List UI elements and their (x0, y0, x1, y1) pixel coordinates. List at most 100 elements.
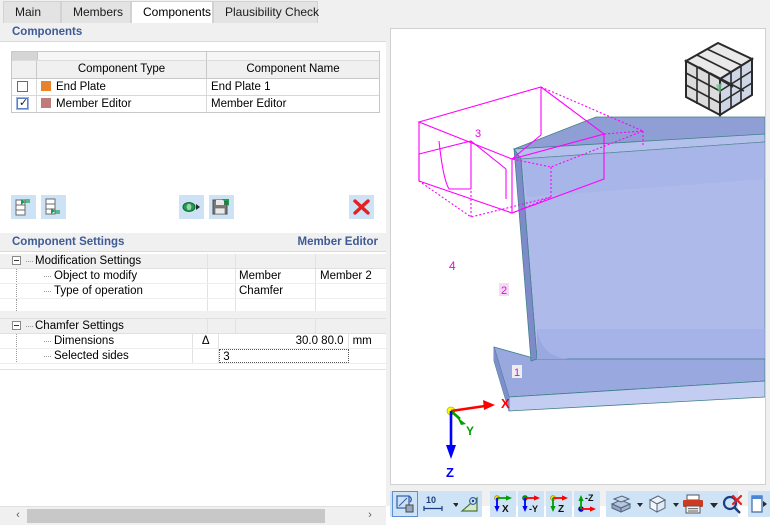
tab-main[interactable]: Main (3, 1, 61, 23)
row-tree-cell: Type of operation (0, 284, 208, 298)
delete-component-button[interactable] (349, 195, 374, 219)
row-checkbox[interactable] (17, 81, 28, 92)
filter-cell-type[interactable] (38, 52, 207, 60)
scroll-left-arrow-icon[interactable]: ‹ (10, 507, 26, 524)
solid-view-icon (610, 495, 632, 513)
row-checkbox[interactable]: ✓ (17, 97, 28, 109)
row-value-cell[interactable]: Chamfer (236, 284, 316, 298)
table-filter-strip (12, 52, 379, 61)
column-header-component-type[interactable]: Component Type (37, 61, 207, 78)
dimensions-value[interactable]: 30.0 80.0 (219, 334, 349, 348)
tree-connector (44, 356, 51, 357)
column-header-check[interactable] (12, 61, 37, 78)
tab-plausibility-check[interactable]: Plausibility Check (213, 1, 319, 23)
insert-row-above-icon (15, 199, 30, 216)
dimensions-unit[interactable]: mm (349, 334, 386, 348)
insert-row-below-button[interactable] (41, 195, 66, 219)
group-tree-cell: Chamfer Settings (0, 319, 208, 333)
tree-vline (16, 269, 17, 283)
selected-sides-input[interactable]: 3 (219, 349, 349, 363)
row-checkbox-cell[interactable]: ✓ (12, 96, 37, 112)
panel-toggle-button[interactable] (748, 491, 770, 517)
column-header-component-name[interactable]: Component Name (207, 61, 379, 78)
tree-connector (44, 276, 51, 277)
filter-cell-name[interactable] (207, 52, 379, 60)
application-window: Main Members Components Plausibility Che… (0, 0, 770, 525)
settings-row-type-of-operation[interactable]: Type of operation Chamfer (0, 284, 386, 299)
insert-row-below-icon (45, 198, 60, 215)
row-component-type-cell[interactable]: Member Editor (37, 96, 207, 112)
row-component-type-label: End Plate (56, 81, 106, 93)
view-negz-button[interactable]: -Z (574, 491, 600, 517)
collapse-expander-icon[interactable] (12, 256, 21, 265)
axis-y-label: Y (466, 424, 474, 438)
settings-blank-row (0, 299, 386, 311)
measure-button[interactable] (458, 491, 482, 517)
row-value-cell[interactable]: Member (236, 269, 316, 283)
view-negy-button[interactable]: -Y (518, 491, 544, 517)
table-row[interactable]: End Plate End Plate 1 (12, 79, 379, 96)
scroll-right-arrow-icon[interactable]: › (362, 507, 378, 524)
group-symbol-cell (208, 254, 236, 268)
wireframe-view-button[interactable] (644, 491, 670, 517)
render-mode-button[interactable] (392, 491, 418, 517)
filter-cell-check[interactable] (12, 52, 38, 60)
solid-dropdown-arrow[interactable] (634, 491, 644, 517)
components-section-header: Components (0, 23, 386, 42)
row-component-type-cell[interactable]: End Plate (37, 79, 207, 95)
blank-value-cell (236, 299, 316, 311)
row-value2-cell[interactable] (316, 284, 386, 298)
print-button[interactable] (680, 491, 706, 517)
import-icon (182, 202, 200, 212)
scale-button[interactable]: 10 (420, 491, 450, 517)
import-component-button[interactable] (179, 195, 204, 219)
row-checkbox-cell[interactable] (12, 79, 37, 95)
collapse-expander-icon[interactable] (12, 321, 21, 330)
scrollbar-thumb[interactable] (27, 509, 325, 523)
selected-sides-unit (349, 349, 386, 363)
print-dropdown-arrow[interactable] (706, 491, 720, 517)
view-cube (683, 41, 755, 117)
settings-row-dimensions[interactable]: Dimensions Δ 30.0 80.0 mm (0, 334, 386, 349)
axis-indicator: X Y Z (446, 396, 510, 480)
component-settings-header: Component Settings Member Editor (0, 233, 386, 252)
solid-view-button[interactable] (608, 491, 634, 517)
view-z-button[interactable]: Z (546, 491, 572, 517)
settings-group-label: Chamfer Settings (35, 320, 124, 332)
row-component-name-cell[interactable]: End Plate 1 (207, 79, 379, 95)
row-tree-cell: Dimensions (0, 334, 194, 348)
group-value-cell (236, 254, 316, 268)
save-component-button[interactable] (209, 195, 234, 219)
printer-icon (683, 494, 703, 514)
row-component-name-cell[interactable]: Member Editor (207, 96, 379, 112)
tree-vline (16, 299, 17, 311)
clear-selection-button[interactable] (720, 491, 744, 517)
settings-row-selected-sides[interactable]: Selected sides 3 (0, 349, 386, 364)
horizontal-scrollbar[interactable]: ‹ › (0, 506, 386, 525)
row-tree-cell: Selected sides (0, 349, 194, 363)
measure-icon (460, 496, 478, 512)
beam-web-bottom-shading (537, 329, 765, 359)
tab-bar: Main Members Components Plausibility Che… (0, 0, 770, 24)
settings-grid: Modification Settings Object to modify M… (0, 254, 386, 364)
chevron-down-icon (710, 503, 718, 508)
row-value2-cell[interactable]: Member 2 (316, 269, 386, 283)
3d-viewport[interactable]: 3 4 2 1 X Y Z (390, 28, 766, 485)
settings-row-label: Dimensions (54, 335, 115, 347)
view-x-button[interactable]: X (490, 491, 516, 517)
settings-row-object-to-modify[interactable]: Object to modify Member Member 2 (0, 269, 386, 284)
render-mode-icon (396, 495, 414, 513)
insert-row-above-button[interactable] (11, 195, 36, 219)
settings-group-chamfer[interactable]: Chamfer Settings (0, 319, 386, 334)
axis-y-arrow (457, 417, 466, 425)
axis-x-line (450, 404, 486, 413)
tab-components[interactable]: Components (131, 1, 213, 23)
table-header-row: Component Type Component Name (12, 61, 379, 79)
table-row[interactable]: ✓ Member Editor Member Editor (12, 96, 379, 112)
settings-group-modification[interactable]: Modification Settings (0, 254, 386, 269)
tab-members[interactable]: Members (61, 1, 131, 23)
wireframe-dropdown-arrow[interactable] (670, 491, 680, 517)
blank-symbol-cell (208, 299, 236, 311)
settings-spacer-row (0, 311, 386, 319)
axis-x-label: X (501, 396, 510, 411)
